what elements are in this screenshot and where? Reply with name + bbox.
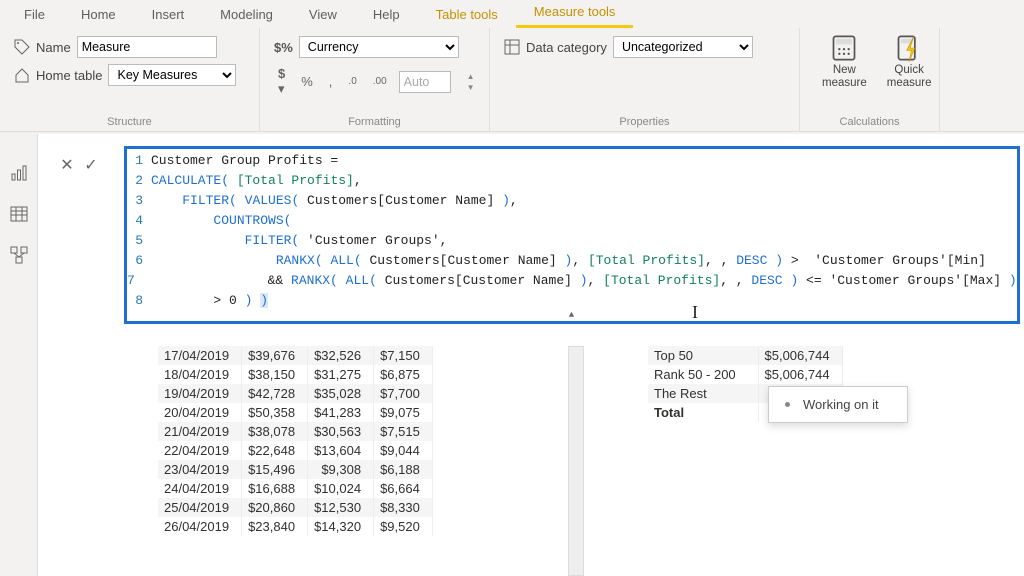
table-row[interactable]: 26/04/2019$23,840$14,320$9,520 [158, 517, 432, 536]
group-label-calculations: Calculations [800, 116, 939, 128]
table-row[interactable]: Top 50$5,006,744 [648, 346, 842, 365]
table-row[interactable]: 23/04/2019$15,496$9,308$6,188 [158, 460, 432, 479]
home-table-select[interactable]: Key Measures [108, 64, 236, 86]
ribbon-group-properties: Data category Uncategorized Properties [490, 28, 800, 131]
menu-modeling[interactable]: Modeling [202, 3, 291, 28]
home-icon [14, 67, 30, 83]
ribbon-group-formatting: $% Currency $ ▾ % , .0 .00 ▲ ▼ Formattin… [260, 28, 490, 131]
table-row[interactable]: 20/04/2019$50,358$41,283$9,075 [158, 403, 432, 422]
decimals-increase-button[interactable]: .00 [369, 74, 391, 89]
thousands-button[interactable]: , [325, 72, 337, 91]
menu-insert[interactable]: Insert [134, 3, 203, 28]
home-table-label: Home table [36, 68, 102, 83]
stepper-down[interactable]: ▼ [463, 82, 479, 93]
calculator-icon [830, 34, 858, 62]
percent-button[interactable]: % [297, 72, 317, 91]
loading-text: Working on it [803, 397, 879, 412]
formula-resize-handle[interactable]: ▲ [127, 311, 1017, 319]
formula-commit-button[interactable]: ✓ [80, 154, 102, 176]
table-row[interactable]: 18/04/2019$38,150$31,275$6,875 [158, 365, 432, 384]
menu-file[interactable]: File [6, 3, 63, 28]
report-canvas: ✕ ✓ 1Customer Group Profits = 2CALCULATE… [38, 134, 1024, 576]
data-category-label: Data category [526, 40, 607, 55]
quick-measure-icon [895, 34, 923, 62]
group-label-properties: Properties [490, 116, 799, 128]
measure-name-input[interactable] [77, 36, 217, 58]
table-row[interactable]: 24/04/2019$16,688$10,024$6,664 [158, 479, 432, 498]
decimals-auto-input[interactable] [399, 71, 451, 93]
table-row[interactable]: 25/04/2019$20,860$12,530$8,330 [158, 498, 432, 517]
decimals-decrease-button[interactable]: .0 [344, 74, 360, 89]
formula-line-1: Customer Group Profits = [151, 151, 338, 171]
menu-home[interactable]: Home [63, 3, 134, 28]
stepper-up[interactable]: ▲ [463, 71, 479, 82]
text-cursor-icon: I [692, 302, 698, 323]
quick-measure-label: Quick measure [887, 64, 932, 89]
table-row[interactable]: 22/04/2019$22,648$13,604$9,044 [158, 441, 432, 460]
data-table-dates[interactable]: 17/04/2019$39,676$32,526$7,15018/04/2019… [158, 346, 433, 536]
formula-bar-controls: ✕ ✓ [56, 154, 102, 176]
data-category-select[interactable]: Uncategorized [613, 36, 753, 58]
table-row[interactable]: 19/04/2019$42,728$35,028$7,700 [158, 384, 432, 403]
menu-measure-tools[interactable]: Measure tools [516, 0, 634, 28]
group-label-formatting: Formatting [260, 116, 489, 128]
ribbon-group-structure: Name Home table Key Measures Structure [0, 28, 260, 131]
table-row[interactable]: 17/04/2019$39,676$32,526$7,150 [158, 346, 432, 365]
ribbon: Name Home table Key Measures Structure $… [0, 28, 1024, 132]
new-measure-label: New measure [822, 64, 867, 89]
group-label-structure: Structure [0, 116, 259, 128]
report-view-button[interactable] [10, 164, 28, 185]
tag-icon [14, 39, 30, 55]
view-switcher-rail [0, 134, 38, 576]
menu-table-tools[interactable]: Table tools [418, 3, 516, 28]
name-label: Name [36, 40, 71, 55]
formula-cancel-button[interactable]: ✕ [56, 154, 78, 176]
menu-help[interactable]: Help [355, 3, 418, 28]
table-row[interactable]: Rank 50 - 200$5,006,744 [648, 365, 842, 384]
top-menubar: File Home Insert Modeling View Help Tabl… [0, 0, 1024, 28]
currency-button[interactable]: $ ▾ [274, 64, 289, 99]
loading-tooltip: Working on it [768, 386, 908, 423]
table-row[interactable]: 21/04/2019$38,078$30,563$7,515 [158, 422, 432, 441]
model-view-button[interactable] [10, 246, 28, 267]
category-icon [504, 39, 520, 55]
data-view-button[interactable] [10, 205, 28, 226]
menu-view[interactable]: View [291, 3, 355, 28]
ribbon-group-calculations: New measure Quick measure Calculations [800, 28, 940, 131]
visual-scrollbar[interactable] [568, 346, 584, 576]
format-type-select[interactable]: Currency [299, 36, 459, 58]
formula-bar[interactable]: 1Customer Group Profits = 2CALCULATE( [T… [124, 146, 1020, 324]
